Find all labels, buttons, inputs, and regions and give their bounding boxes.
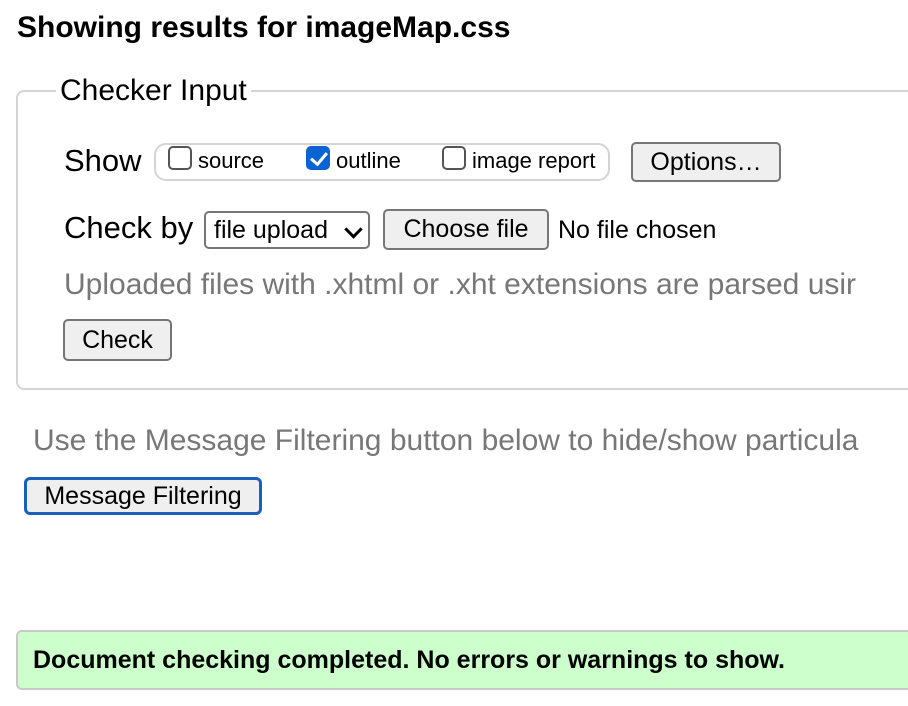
file-status: No file chosen [558,216,717,244]
show-label: Show [64,143,142,178]
upload-note: Uploaded files with .xhtml or .xht exten… [64,268,857,301]
check-by-select[interactable]: file upload [204,211,370,249]
source-option-label: source [198,148,265,173]
check-button[interactable]: Check [63,319,172,361]
checker-input-legend: Checker Input [56,74,251,108]
message-filtering-button[interactable]: Message Filtering [24,477,262,515]
success-banner: Document checking completed. No errors o… [16,630,908,690]
source-checkbox[interactable] [168,146,192,170]
success-message: Document checking completed. No errors o… [33,646,785,674]
choose-file-button[interactable]: Choose file [383,209,549,250]
image-report-option[interactable]: image report [442,146,596,174]
image-report-checkbox[interactable] [442,146,466,170]
filter-hint: Use the Message Filtering button below t… [33,424,859,457]
image-report-option-label: image report [472,148,596,173]
outline-option-label: outline [336,148,401,173]
check-by-label: Check by [64,210,194,245]
options-button[interactable]: Options… [631,142,781,182]
chevron-down-icon [344,220,363,239]
page-title: Showing results for imageMap.css [17,11,511,44]
show-options-group: source outline image report [154,143,610,181]
outline-checkbox[interactable] [306,146,330,170]
source-option[interactable]: source [168,146,265,174]
checker-input-fieldset: Checker Input Show source outline image … [16,74,908,390]
check-by-value: file upload [214,216,328,244]
outline-option[interactable]: outline [306,146,401,174]
